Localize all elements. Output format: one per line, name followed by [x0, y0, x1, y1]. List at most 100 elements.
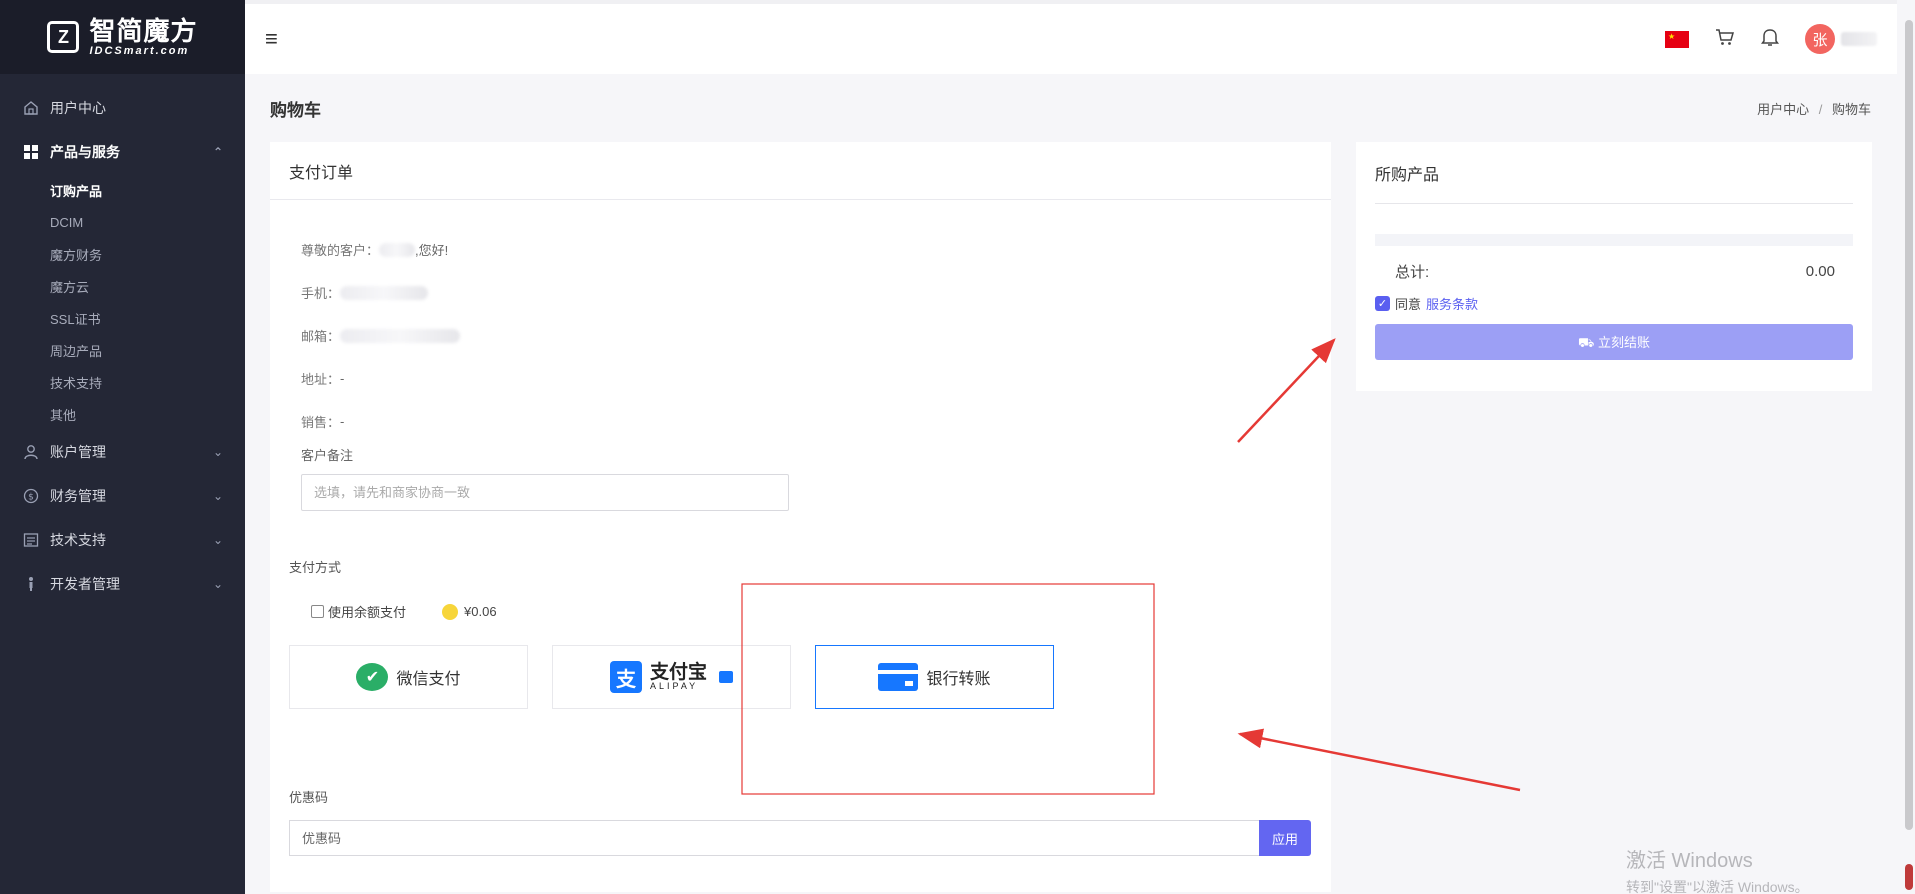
sidebar-item-label: 技术支持 [50, 532, 106, 548]
payment-method-label: 支付方式 [289, 560, 342, 575]
sidebar-item-support[interactable]: 技术支持 ⌄ [0, 518, 245, 562]
windows-activation-watermark: 激活 Windows 转到"设置"以激活 Windows。 [1626, 844, 1809, 894]
sidebar-item-label: 产品与服务 [50, 144, 120, 160]
scrollbar-end[interactable] [1905, 864, 1913, 890]
wechat-pay-icon: ✔ [356, 663, 389, 691]
svg-text:$: $ [28, 493, 34, 503]
payment-method-alipay[interactable]: 支 支付宝 ALIPAY [552, 645, 791, 709]
balance-value: ¥0.06 [464, 604, 497, 619]
logo-mark-icon: Z [47, 21, 80, 53]
payment-methods: ✔ 微信支付 支 支付宝 ALIPAY 银行转账 [289, 645, 1312, 709]
greeting-suffix: ,您好! [415, 243, 449, 258]
top-header: ≡ 张 [245, 0, 1897, 74]
payment-method-label: 微信支付 [396, 671, 461, 688]
total-label: 总计: [1395, 263, 1430, 281]
bell-icon[interactable] [1761, 27, 1779, 52]
chevron-up-icon: ⌃ [212, 145, 223, 159]
submenu-item-order[interactable]: 订购产品 [0, 174, 245, 206]
sales-row: 销售： - [301, 400, 1300, 443]
total-row: 总计: 0.00 [1375, 246, 1853, 296]
user-icon [22, 443, 40, 461]
sales-value: - [340, 414, 345, 429]
agree-terms-checkbox[interactable]: ✓ 同意 服务条款 [1375, 294, 1853, 313]
sidebar-nav: 用户中心 产品与服务 ⌃ 订购产品 DCIM 魔方财务 魔方云 SSL证书 周边… [0, 74, 245, 606]
phone-row: 手机： [301, 271, 1300, 314]
home-icon [22, 99, 40, 117]
sales-label: 销售： [301, 415, 341, 430]
cart-icon[interactable] [1715, 28, 1735, 51]
chevron-down-icon: ⌄ [212, 577, 223, 591]
checkbox-checked-icon[interactable]: ✓ [1375, 296, 1390, 311]
use-balance-checkbox[interactable]: 使用余额支付 [311, 602, 406, 621]
payment-method-label: 银行转账 [926, 671, 991, 688]
desktop-icon [719, 671, 733, 683]
submenu-item-peripherals[interactable]: 周边产品 [0, 334, 245, 366]
address-label: 地址： [301, 372, 341, 387]
sidebar: Z 智简魔方 IDCSmart.com 用户中心 产品与服务 ⌃ 订购产品 DC… [0, 0, 245, 894]
chevron-down-icon: ⌄ [212, 445, 223, 459]
truck-icon: ⛟ [1578, 334, 1595, 350]
page-title: 购物车 [270, 101, 321, 120]
greeting-prefix: 尊敬的客户： [301, 243, 380, 258]
email-row: 邮箱： [301, 314, 1300, 357]
card-title: 支付订单 [270, 142, 1331, 200]
payment-order-card: 支付订单 尊敬的客户： ,您好! 手机： 邮箱： 地址： - 销售： - 客户备… [270, 142, 1331, 892]
sidebar-item-user-center[interactable]: 用户中心 [0, 86, 245, 130]
sidebar-item-label: 开发者管理 [50, 576, 120, 592]
sidebar-item-label: 用户中心 [50, 100, 106, 116]
watermark-line1: 激活 Windows [1626, 850, 1753, 872]
sidebar-item-label: 财务管理 [50, 488, 106, 504]
card-title: 所购产品 [1375, 142, 1853, 204]
email-redacted [340, 328, 461, 343]
checkout-button[interactable]: ⛟ 立刻结账 [1375, 324, 1853, 360]
breadcrumb-item-cart: 购物车 [1831, 102, 1871, 117]
payment-method-bank-transfer[interactable]: 银行转账 [815, 645, 1054, 709]
submenu-item-finance[interactable]: 魔方财务 [0, 238, 245, 270]
menu-toggle-icon[interactable]: ≡ [265, 26, 278, 52]
breadcrumb: 用户中心 / 购物车 [1757, 99, 1871, 118]
submenu-item-ssl[interactable]: SSL证书 [0, 302, 245, 334]
sidebar-item-products[interactable]: 产品与服务 ⌃ [0, 130, 245, 174]
breadcrumb-item-user-center[interactable]: 用户中心 [1757, 102, 1809, 117]
avatar: 张 [1805, 24, 1835, 54]
sidebar-item-developer[interactable]: 开发者管理 ⌄ [0, 562, 245, 606]
phone-label: 手机： [301, 286, 341, 301]
submenu-item-dcim[interactable]: DCIM [0, 206, 245, 238]
customer-remark-input[interactable] [301, 474, 789, 511]
email-label: 邮箱： [301, 329, 341, 344]
address-row: 地址： - [301, 357, 1300, 400]
brand-logo[interactable]: Z 智简魔方 IDCSmart.com [0, 0, 245, 74]
checkbox-box[interactable] [311, 605, 324, 618]
greeting-row: 尊敬的客户： ,您好! [301, 228, 1300, 271]
product-list [1375, 234, 1853, 246]
customer-name-redacted [379, 242, 416, 257]
terms-of-service-link[interactable]: 服务条款 [1426, 294, 1478, 313]
sidebar-item-finance[interactable]: $ 财务管理 ⌄ [0, 474, 245, 518]
coupon-label: 优惠码 [289, 790, 329, 805]
purchased-products-card: 所购产品 总计: 0.00 ✓ 同意 服务条款 ⛟ 立刻结账 [1356, 142, 1872, 391]
submenu-item-other[interactable]: 其他 [0, 398, 245, 430]
language-flag-icon[interactable] [1665, 30, 1689, 48]
sidebar-item-label: 账户管理 [50, 444, 106, 460]
products-submenu: 订购产品 DCIM 魔方财务 魔方云 SSL证书 周边产品 技术支持 其他 [0, 174, 245, 430]
submenu-item-tech-support[interactable]: 技术支持 [0, 366, 245, 398]
username-redacted [1841, 32, 1877, 46]
checkout-label: 立刻结账 [1597, 334, 1650, 350]
phone-redacted [340, 285, 429, 300]
bank-card-icon [878, 663, 919, 691]
user-menu[interactable]: 张 [1805, 24, 1877, 54]
sidebar-item-account[interactable]: 账户管理 ⌄ [0, 430, 245, 474]
chevron-down-icon: ⌄ [212, 489, 223, 503]
page-heading: 购物车 用户中心 / 购物车 [270, 96, 1871, 121]
agree-label: 同意 [1395, 297, 1422, 312]
payment-method-wechat[interactable]: ✔ 微信支付 [289, 645, 528, 709]
coupon-input[interactable] [289, 820, 1259, 856]
alipay-label-en: ALIPAY [649, 681, 699, 691]
page-scrollbar[interactable] [1905, 20, 1913, 830]
coin-icon [442, 603, 459, 620]
ticket-icon [22, 531, 40, 549]
alipay-label: 支付宝 [649, 662, 707, 683]
grid-icon [22, 143, 40, 161]
apply-coupon-button[interactable]: 应用 [1259, 820, 1311, 856]
submenu-item-cloud[interactable]: 魔方云 [0, 270, 245, 302]
